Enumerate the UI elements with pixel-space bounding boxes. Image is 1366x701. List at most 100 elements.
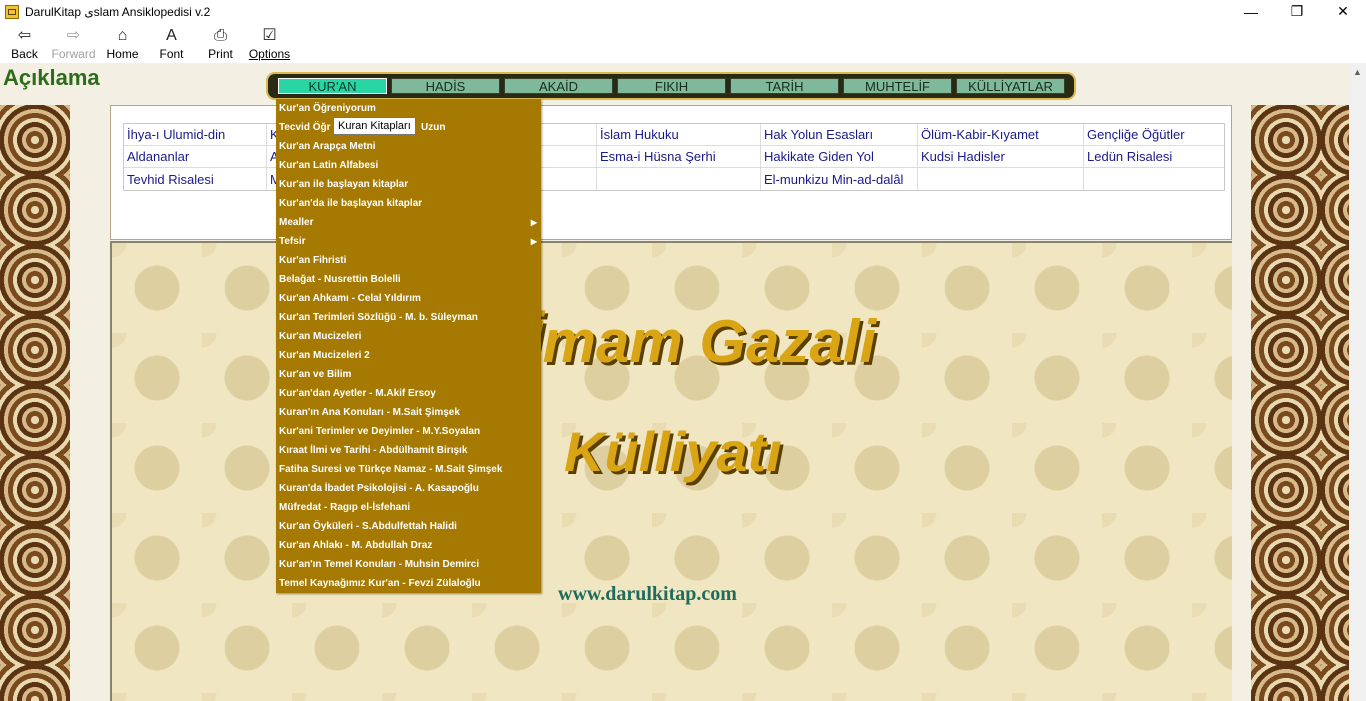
font-button[interactable]: A Font (147, 23, 196, 63)
vertical-scrollbar[interactable]: ▲ (1349, 63, 1366, 701)
book-link[interactable]: Tevhid Risalesi (124, 168, 267, 190)
options-button[interactable]: ☑ Options (245, 23, 294, 63)
menu-item[interactable]: Kur'an Mucizeleri (276, 327, 541, 346)
menu-item-label: Kur'an Öyküleri - S.Abdulfettah Halidi (279, 521, 457, 532)
book-link[interactable]: Hakikate Giden Yol (761, 146, 918, 167)
menu-item-label: Kur'an Arapça Metni (279, 141, 376, 152)
category-tab-strip: KUR'AN HADİS AKAİD FIKIH TARİH MUHTELİF KÜLLİY… (266, 72, 1076, 100)
menu-item[interactable]: Kur'an'dan Ayetler - M.Akif Ersoy (276, 384, 541, 403)
book-link[interactable]: Ölüm-Kabir-Kıyamet (918, 124, 1084, 145)
tab-6[interactable]: MUHTELİF (843, 78, 952, 94)
maximize-button[interactable]: ❐ (1274, 0, 1320, 23)
menu-item[interactable]: Kur'an Latin Alfabesi (276, 156, 541, 175)
menu-item[interactable]: Temel Kaynağımız Kur'an - Fevzi Zülaloğl… (276, 574, 541, 593)
book-link[interactable] (597, 168, 761, 190)
book-link[interactable]: El-munkizu Min-ad-dalâl (761, 168, 918, 190)
decorative-border-left (0, 105, 70, 701)
menu-item-label: Kıraat İlmi ve Tarihi - Abdülhamit Birış… (279, 445, 468, 456)
book-link[interactable] (918, 168, 1084, 190)
close-button[interactable]: ✕ (1320, 0, 1366, 23)
menu-item[interactable]: Tefsir ▶ (276, 232, 541, 251)
options-icon: ☑ (262, 27, 277, 44)
menu-item-label: Belağat - Nusrettin Bolelli (279, 274, 401, 285)
menu-item-suffix: Uzun (421, 122, 446, 133)
menu-item[interactable]: Kur'an Ahlakı - M. Abdullah Draz (276, 536, 541, 555)
forward-button[interactable]: ⇨ Forward (49, 23, 98, 63)
submenu-arrow-icon: ▶ (530, 237, 537, 246)
scroll-up-icon[interactable]: ▲ (1349, 63, 1366, 80)
website-link[interactable]: www.darulkitap.com (558, 583, 737, 606)
menu-item[interactable]: Kur'an Öyküleri - S.Abdulfettah Halidi (276, 517, 541, 536)
menu-item[interactable]: Kur'an Öğreniyorum (276, 99, 541, 118)
menu-item[interactable]: Kur'an Fihristi (276, 251, 541, 270)
menu-item[interactable]: Kur'an'da ile başlayan kitaplar (276, 194, 541, 213)
forward-label: Forward (51, 47, 96, 61)
app-icon (5, 4, 19, 19)
tab-7[interactable]: KÜLLİYATLAR (956, 78, 1065, 94)
menu-item-label: Tecvid Öğr (279, 122, 331, 133)
window-title: DarulKitap ىslam Ansiklopedisi v.2 (25, 4, 211, 19)
tab-4[interactable]: FIKIH (617, 78, 726, 94)
menu-item-label: Kur'an'da ile başlayan kitaplar (279, 198, 423, 209)
book-link[interactable]: İslam Hukuku (597, 124, 761, 145)
content-title: İmam Gazali (526, 308, 877, 375)
menu-item-label: Kur'an Terimleri Sözlüğü - M. b. Süleyma… (279, 312, 478, 323)
menu-item-label: Kuran'da İbadet Psikolojisi - A. Kasapoğ… (279, 483, 479, 494)
menu-item[interactable]: Kur'an'ın Temel Konuları - Muhsin Demirc… (276, 555, 541, 574)
content-subtitle: Külliyatı (564, 420, 782, 483)
tab-5[interactable]: TARİH (730, 78, 839, 94)
menu-item[interactable]: Kur'an ile başlayan kitaplar (276, 175, 541, 194)
menu-item[interactable]: Müfredat - Ragıp el-İsfehani (276, 498, 541, 517)
print-label: Print (208, 47, 233, 61)
font-icon: A (166, 27, 177, 44)
menu-item[interactable]: Kur'ani Terimler ve Deyimler - M.Y.Soyal… (276, 422, 541, 441)
tab-2[interactable]: HADİS (391, 78, 500, 94)
menu-item[interactable]: Kur'an Ahkamı - Celal Yıldırım (276, 289, 541, 308)
main-area: Açıklama İhya-ı Ulumid-din K İslam Hukuku H… (0, 63, 1349, 701)
home-button[interactable]: ⌂ Home (98, 23, 147, 63)
menu-item[interactable]: Kur'an Terimleri Sözlüğü - M. b. Süleyma… (276, 308, 541, 327)
decorative-border-right (1251, 105, 1349, 701)
tab-3[interactable]: AKAİD (504, 78, 613, 94)
tab-1[interactable]: KUR'AN (278, 78, 387, 94)
menu-item-label: Kur'an Mucizeleri (279, 331, 362, 342)
book-link[interactable]: Kudsi Hadisler (918, 146, 1084, 167)
printer-icon: ⎙ (214, 27, 227, 44)
back-label: Back (11, 47, 38, 61)
book-link[interactable]: Esma-i Hüsna Şerhi (597, 146, 761, 167)
menu-item[interactable]: Kuran'da İbadet Psikolojisi - A. Kasapoğ… (276, 479, 541, 498)
menu-item-label: Fatiha Suresi ve Türkçe Namaz - M.Sait Ş… (279, 464, 503, 475)
menu-item[interactable]: Kur'an ve Bilim (276, 365, 541, 384)
menu-item-label: Kur'an'dan Ayetler - M.Akif Ersoy (279, 388, 436, 399)
book-link[interactable]: Gençliğe Öğütler (1084, 124, 1224, 145)
book-link[interactable] (1084, 168, 1224, 190)
kuran-dropdown-menu: Kur'an Öğreniyorum Tecvid Öğr Uzun Kur'an A… (276, 99, 541, 593)
menu-item[interactable]: Belağat - Nusrettin Bolelli (276, 270, 541, 289)
book-link[interactable]: Ledün Risalesi (1084, 146, 1224, 167)
menu-item-label: Kur'an ile başlayan kitaplar (279, 179, 409, 190)
page-title: Açıklama (3, 65, 100, 90)
menu-item-label: Kuran'ın Ana Konuları - M.Sait Şimşek (279, 407, 460, 418)
menu-item-label: Kur'ani Terimler ve Deyimler - M.Y.Soyal… (279, 426, 481, 437)
menu-item[interactable]: Kur'an Mucizeleri 2 (276, 346, 541, 365)
menu-item[interactable]: Kıraat İlmi ve Tarihi - Abdülhamit Birış… (276, 441, 541, 460)
book-link[interactable]: İhya-ı Ulumid-din (124, 124, 267, 145)
book-link[interactable]: Hak Yolun Esasları (761, 124, 918, 145)
menu-item[interactable]: Mealler ▶ (276, 213, 541, 232)
menu-item[interactable]: Kuran'ın Ana Konuları - M.Sait Şimşek (276, 403, 541, 422)
toolbar: ⇦ Back ⇨ Forward ⌂ Home A Font ⎙ Print ☑… (0, 23, 1366, 63)
menu-item-label: Temel Kaynağımız Kur'an - Fevzi Zülaloğl… (279, 578, 481, 589)
font-label: Font (159, 47, 184, 61)
window-controls: — ❐ ✕ (1228, 0, 1366, 23)
arrow-left-icon: ⇦ (17, 27, 32, 44)
menu-item[interactable]: Fatiha Suresi ve Türkçe Namaz - M.Sait Ş… (276, 460, 541, 479)
book-link[interactable]: Aldananlar (124, 146, 267, 167)
submenu-arrow-icon: ▶ (530, 218, 537, 227)
tooltip: Kuran Kitapları (333, 117, 416, 135)
menu-item[interactable]: Kur'an Arapça Metni (276, 137, 541, 156)
minimize-button[interactable]: — (1228, 0, 1274, 23)
arrow-right-icon: ⇨ (66, 27, 81, 44)
menu-item-label: Mealler (279, 217, 314, 228)
print-button[interactable]: ⎙ Print (196, 23, 245, 63)
back-button[interactable]: ⇦ Back (0, 23, 49, 63)
